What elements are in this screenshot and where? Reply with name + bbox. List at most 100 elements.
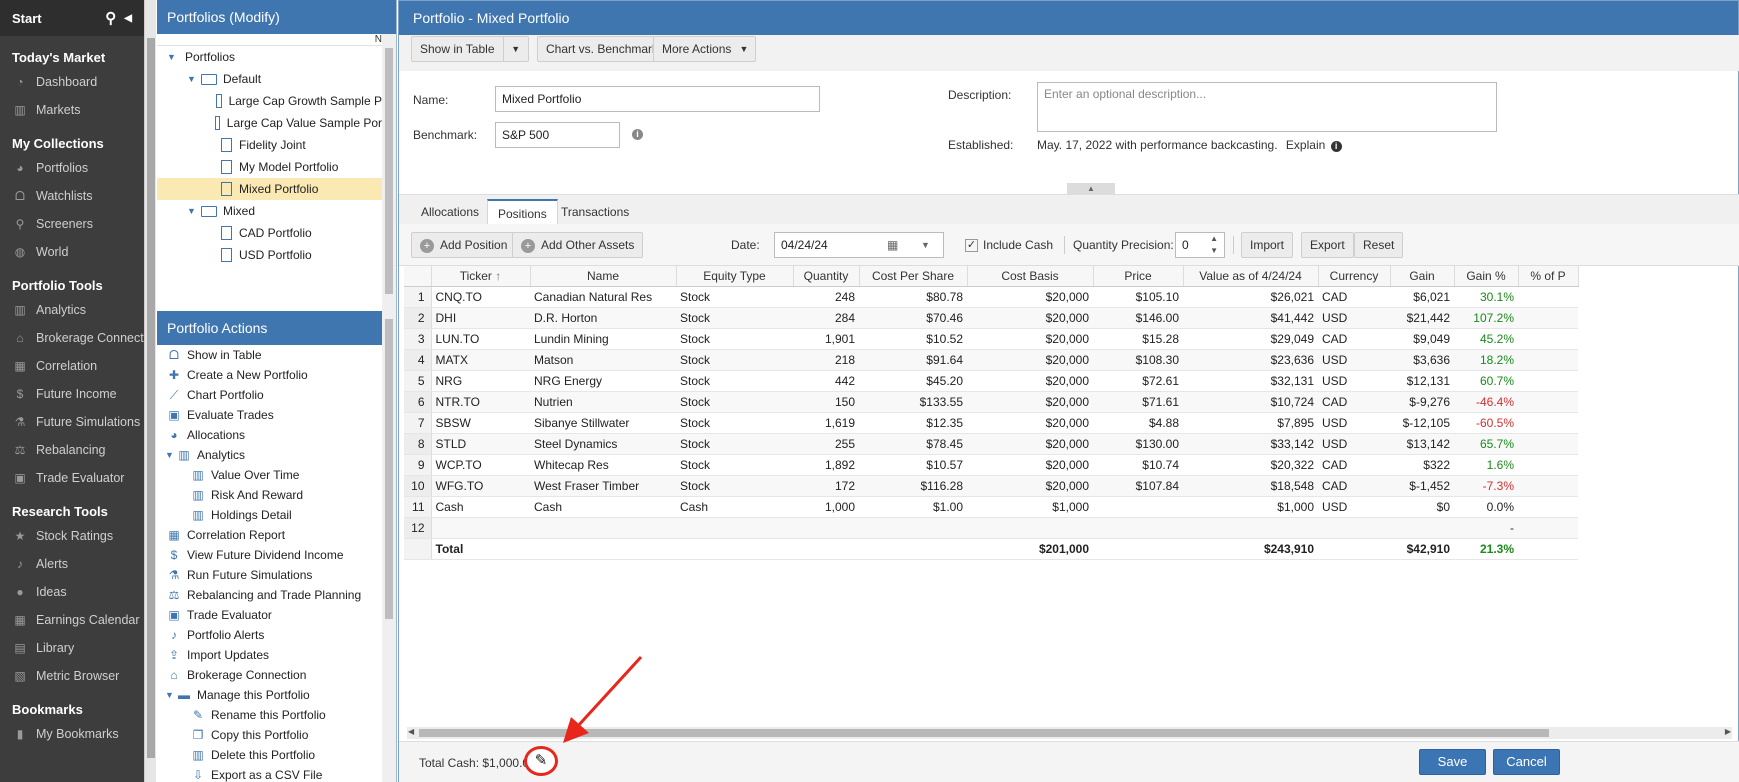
cell-ticker[interactable]	[431, 517, 530, 539]
cell-cost-basis[interactable]: $20,000	[967, 349, 1093, 371]
info-icon[interactable]: i	[632, 129, 643, 140]
tree-item-cad-portfolio[interactable]: CAD Portfolio	[157, 222, 382, 244]
cell-name[interactable]: Sibanye Stillwater	[530, 412, 676, 434]
cell-cost-per-share[interactable]: $80.78	[859, 286, 967, 308]
cell-value-as-of-4-24-24[interactable]: $10,724	[1183, 391, 1318, 413]
column-header-name[interactable]: Name	[530, 266, 677, 287]
action-run-future-simulations[interactable]: ⚗ Run Future Simulations	[157, 565, 382, 585]
cell-equity-type[interactable]: Stock	[676, 307, 793, 329]
cell-gain[interactable]: $3,636	[1390, 349, 1454, 371]
cell-name[interactable]: Steel Dynamics	[530, 433, 676, 455]
cell-cost-per-share[interactable]: $12.35	[859, 412, 967, 434]
cell-cost-per-share[interactable]: $78.45	[859, 433, 967, 455]
cell-ticker[interactable]: DHI	[431, 307, 530, 329]
calendar-icon[interactable]: ▦	[887, 233, 898, 257]
cell-equity-type[interactable]	[676, 517, 793, 539]
tree-scrollbar[interactable]	[382, 34, 396, 311]
cell-quantity[interactable]: 442	[793, 370, 859, 392]
nav-item-library[interactable]: ▤ Library	[0, 634, 144, 662]
column-header-gain[interactable]: Gain	[1390, 266, 1455, 287]
quantity-precision-stepper[interactable]: 0 ▲ ▼	[1175, 232, 1225, 258]
cell-price[interactable]: $4.88	[1093, 412, 1183, 434]
cell-equity-type[interactable]: Stock	[676, 328, 793, 350]
cell-ticker[interactable]: WCP.TO	[431, 454, 530, 476]
info-icon[interactable]: i	[1330, 141, 1342, 152]
cell-cost-basis[interactable]: $20,000	[967, 412, 1093, 434]
cell-currency[interactable]: USD	[1318, 307, 1390, 329]
table-row[interactable]: 2 DHI D.R. Horton Stock 284 $70.46 $20,000 $146…	[404, 307, 1578, 329]
table-row[interactable]: 3 LUN.TO Lundin Mining Stock 1,901 $10.52 $20,…	[404, 328, 1578, 350]
cell-cost-per-share[interactable]: $10.57	[859, 454, 967, 476]
cell-value-as-of-4-24-24[interactable]: $33,142	[1183, 433, 1318, 455]
cell-ticker[interactable]: WFG.TO	[431, 475, 530, 497]
save-button[interactable]: Save	[1419, 749, 1486, 775]
cell-quantity[interactable]: 218	[793, 349, 859, 371]
cell-name[interactable]: Matson	[530, 349, 676, 371]
check-icon[interactable]: ✓	[965, 239, 978, 253]
nav-item-brokerage-connect[interactable]: ⌂ Brokerage Connect	[0, 324, 144, 352]
cell-equity-type[interactable]: Stock	[676, 475, 793, 497]
cell-gain[interactable]: 65.7%	[1454, 433, 1518, 455]
cell-currency[interactable]: CAD	[1318, 475, 1390, 497]
cell-percent-of-portfolio[interactable]	[1518, 328, 1578, 350]
column-header-cost-basis[interactable]: Cost Basis	[967, 266, 1094, 287]
tab-positions[interactable]: Positions	[487, 199, 558, 225]
cell-ticker[interactable]: Cash	[431, 496, 530, 518]
include-cash-checkbox[interactable]: ✓ Include Cash	[965, 238, 1053, 253]
table-row[interactable]: 11 Cash Cash Cash 1,000 $1.00 $1,000 $1,000 USD $…	[404, 496, 1578, 518]
cell-gain[interactable]: $0	[1390, 496, 1454, 518]
cell-cost-basis[interactable]: $20,000	[967, 328, 1093, 350]
cell-name[interactable]: D.R. Horton	[530, 307, 676, 329]
cell-name[interactable]: Whitecap Res	[530, 454, 676, 476]
cell-gain[interactable]: $-9,276	[1390, 391, 1454, 413]
nav-item-markets[interactable]: ▥ Markets	[0, 96, 144, 124]
nav-scrollbar[interactable]	[144, 0, 156, 782]
column-header-price[interactable]: Price	[1093, 266, 1184, 287]
nav-item-dashboard[interactable]: ◔ Dashboard	[0, 68, 144, 96]
cell-ticker[interactable]: MATX	[431, 349, 530, 371]
cell-gain[interactable]: -7.3%	[1454, 475, 1518, 497]
cell-percent-of-portfolio[interactable]	[1518, 412, 1578, 434]
cell-gain[interactable]: $322	[1390, 454, 1454, 476]
cell-name[interactable]: Cash	[530, 496, 676, 518]
expand-triangle-icon[interactable]: ▼	[167, 52, 177, 62]
tree-item-portfolios[interactable]: ▼ Portfolios	[157, 46, 382, 68]
cell-cost-per-share[interactable]: $70.46	[859, 307, 967, 329]
tree-item-usd-portfolio[interactable]: USD Portfolio	[157, 244, 382, 266]
cell-cost-basis[interactable]: $20,000	[967, 391, 1093, 413]
cell-quantity[interactable]: 1,901	[793, 328, 859, 350]
cell-gain[interactable]: 45.2%	[1454, 328, 1518, 350]
column-header-currency[interactable]: Currency	[1318, 266, 1391, 287]
cell-gain[interactable]: $9,049	[1390, 328, 1454, 350]
nav-item-portfolios[interactable]: ◕ Portfolios	[0, 154, 144, 182]
nav-item-world[interactable]: ◍ World	[0, 238, 144, 266]
cell-ticker[interactable]: SBSW	[431, 412, 530, 434]
actions-scrollbar[interactable]	[382, 311, 396, 782]
scroll-left-icon[interactable]: ◀	[408, 727, 414, 736]
cell-percent-of-portfolio[interactable]	[1518, 286, 1578, 308]
cell-gain[interactable]: $21,442	[1390, 307, 1454, 329]
search-icon[interactable]: ⚲	[105, 9, 116, 27]
add-position-button[interactable]: + Add Position	[411, 232, 517, 258]
cell-gain[interactable]: 1.6%	[1454, 454, 1518, 476]
action-correlation-report[interactable]: ▦ Correlation Report	[157, 525, 382, 545]
export-button[interactable]: Export	[1301, 232, 1354, 258]
cell-gain[interactable]: 0.0%	[1454, 496, 1518, 518]
cell-value-as-of-4-24-24[interactable]: $32,131	[1183, 370, 1318, 392]
column-header-equity-type[interactable]: Equity Type	[676, 266, 794, 287]
cell-percent-of-portfolio[interactable]	[1518, 391, 1578, 413]
tree-item-fidelity-joint[interactable]: Fidelity Joint	[157, 134, 382, 156]
cell-quantity[interactable]: 172	[793, 475, 859, 497]
cell-gain[interactable]: $-1,452	[1390, 475, 1454, 497]
cell-ticker[interactable]: CNQ.TO	[431, 286, 530, 308]
chevron-down-icon[interactable]: ▼	[921, 233, 930, 257]
cell-percent-of-portfolio[interactable]	[1518, 370, 1578, 392]
more-actions-button[interactable]: More Actions ▼	[653, 36, 757, 62]
cell-value-as-of-4-24-24[interactable]: $18,548	[1183, 475, 1318, 497]
cell-price[interactable]: $108.30	[1093, 349, 1183, 371]
cell-gain[interactable]: $12,131	[1390, 370, 1454, 392]
cell-gain[interactable]: -	[1454, 517, 1518, 539]
cell-value-as-of-4-24-24[interactable]	[1183, 517, 1318, 539]
action-risk-and-reward[interactable]: ▥ Risk And Reward	[157, 485, 382, 505]
cell-name[interactable]	[530, 517, 676, 539]
